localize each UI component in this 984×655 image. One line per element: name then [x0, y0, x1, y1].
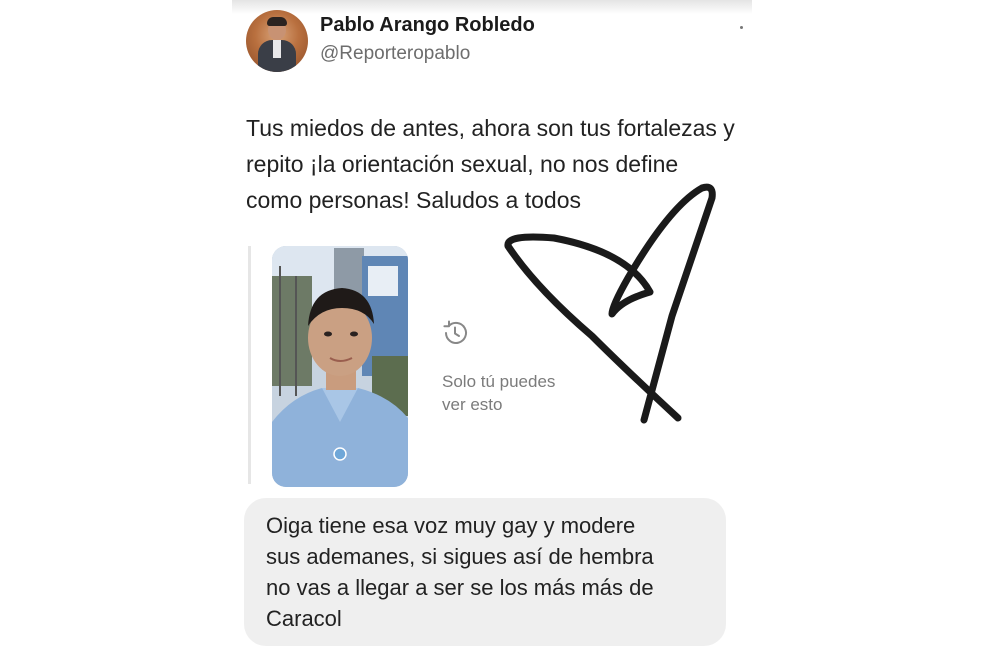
reply-text-line: no vas a llegar a ser se los más más de	[266, 575, 654, 600]
post-text-line: Tus miedos de antes, ahora son tus forta…	[246, 115, 735, 141]
reply-text-line: Oiga tiene esa voz muy gay y modere	[266, 513, 636, 538]
top-shadow	[232, 0, 752, 14]
heart-drawing	[504, 183, 716, 424]
history-icon	[440, 318, 470, 353]
story-reply-line	[248, 246, 251, 484]
reply-text-line: Caracol	[266, 606, 342, 631]
avatar[interactable]	[246, 10, 308, 72]
author-handle[interactable]: @Reporteropablo	[320, 43, 470, 65]
author-name[interactable]: Pablo Arango Robledo	[320, 14, 535, 37]
story-thumbnail[interactable]	[272, 246, 408, 487]
reply-bubble[interactable]: Oiga tiene esa voz muy gay y modere sus …	[244, 498, 726, 646]
story-photo	[272, 246, 408, 487]
reply-text-line: sus ademanes, si sigues así de hembra	[266, 544, 654, 569]
more-options-icon[interactable]	[740, 26, 743, 29]
reply-text: Oiga tiene esa voz muy gay y modere sus …	[266, 510, 718, 634]
